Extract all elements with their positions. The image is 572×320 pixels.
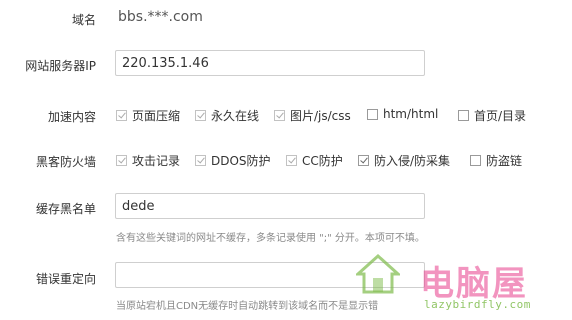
cache-blacklist-input[interactable] (115, 193, 425, 219)
firewall-option-ddos[interactable]: DDOS防护 (195, 152, 271, 169)
checkbox[interactable] (286, 155, 297, 166)
domain-label: 域名 (71, 13, 96, 27)
error-redirect-hint: 当原站宕机且CDN无缓存时自动跳转到该域名而不是显示错 (116, 301, 379, 312)
checkbox[interactable] (458, 110, 469, 121)
firewall-option-cc[interactable]: CC防护 (286, 152, 343, 169)
error-redirect-input[interactable] (115, 262, 425, 288)
option-label: 永久在线 (211, 109, 260, 123)
acceleration-label: 加速内容 (47, 110, 96, 124)
checkbox[interactable] (195, 110, 206, 121)
option-label: 攻击记录 (132, 154, 181, 168)
checkbox[interactable] (195, 155, 206, 166)
checkbox[interactable] (470, 155, 481, 166)
option-label: 页面压缩 (132, 109, 181, 123)
option-label: 防盗链 (486, 154, 523, 168)
option-label: htm/html (383, 107, 439, 121)
option-label: 首页/目录 (474, 109, 527, 123)
acceleration-option-htm-html[interactable]: htm/html (367, 107, 438, 121)
error-redirect-label: 错误重定向 (35, 272, 96, 286)
checkbox[interactable] (358, 155, 369, 166)
watermark-url: lazybirdfly.com (424, 298, 531, 311)
server-ip-input[interactable] (115, 50, 425, 76)
acceleration-option-images-js-css[interactable]: 图片/js/css (274, 107, 351, 124)
server-ip-label: 网站服务器IP (25, 59, 96, 73)
cache-blacklist-label: 缓存黑名单 (35, 202, 96, 216)
firewall-option-hotlink[interactable]: 防盗链 (470, 152, 522, 169)
cache-blacklist-hint: 含有这些关键词的网址不缓存，多条记录使用 ";" 分开。本项可不填。 (116, 233, 425, 244)
option-label: 防入侵/防采集 (374, 154, 451, 168)
checkbox[interactable] (274, 110, 285, 121)
firewall-label: 黑客防火墙 (35, 155, 96, 169)
checkbox[interactable] (367, 108, 378, 120)
option-label: 图片/js/css (290, 109, 351, 123)
checkbox[interactable] (116, 155, 127, 166)
option-label: CC防护 (302, 154, 343, 168)
domain-value: bbs.***.com (118, 9, 203, 25)
option-label: DDOS防护 (211, 154, 271, 168)
acceleration-option-homepage-dir[interactable]: 首页/目录 (458, 107, 526, 124)
firewall-option-attack-log[interactable]: 攻击记录 (116, 152, 180, 169)
firewall-option-anti-intrusion[interactable]: 防入侵/防采集 (358, 152, 450, 169)
watermark-title: 电脑屋 (420, 264, 528, 304)
checkbox[interactable] (116, 110, 127, 121)
acceleration-option-always-online[interactable]: 永久在线 (195, 107, 259, 124)
acceleration-option-page-compress[interactable]: 页面压缩 (116, 107, 180, 124)
